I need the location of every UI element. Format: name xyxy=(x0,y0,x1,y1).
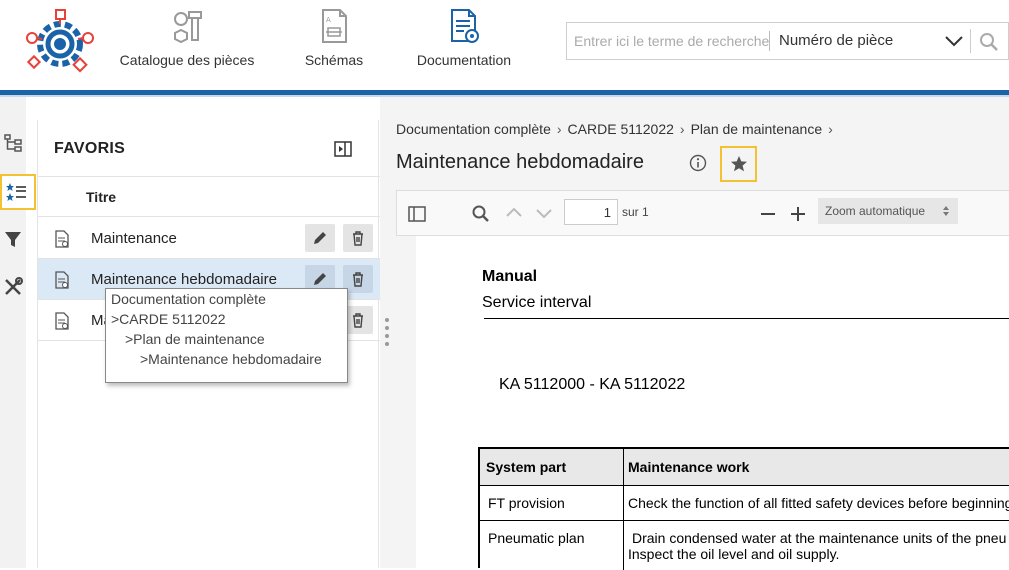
breadcrumb-item[interactable]: CARDE 5112022 xyxy=(568,121,674,137)
panel-divider xyxy=(38,216,380,217)
table-cell: Inspect the oil level and oil supply. xyxy=(628,546,840,562)
trash-icon xyxy=(353,313,363,328)
table-divider xyxy=(480,485,1009,486)
favorites-rail-button[interactable] xyxy=(0,174,36,210)
document-icon xyxy=(55,312,69,330)
favorite-row-label: Maintenance hebdomadaire xyxy=(91,271,277,288)
breadcrumb-separator-icon: › xyxy=(556,121,562,137)
search-icon[interactable] xyxy=(977,30,1001,54)
panel-divider xyxy=(38,176,380,177)
gear-logo-icon[interactable] xyxy=(22,8,98,76)
table-cell: FT provision xyxy=(488,495,565,511)
schematic-icon: A xyxy=(322,9,347,43)
breadcrumb-item[interactable]: Documentation complète xyxy=(396,121,551,137)
table-cell: Pneumatic plan xyxy=(488,530,585,546)
favorite-row-label: Maintenance xyxy=(91,230,177,247)
chevron-down-icon[interactable] xyxy=(534,203,554,223)
trash-icon xyxy=(353,272,363,287)
bolt-nut-icon xyxy=(174,11,202,44)
page-title: Maintenance hebdomadaire xyxy=(396,151,644,173)
table-header-cell: System part xyxy=(486,459,567,475)
page-model-range: KA 5112000 - KA 5112022 xyxy=(499,376,686,393)
zoom-in-icon[interactable] xyxy=(788,204,808,224)
documentation-icon xyxy=(451,9,479,43)
page-subheading: Service interval xyxy=(482,294,592,311)
search-divider-2 xyxy=(970,29,971,53)
breadcrumb-separator-icon: › xyxy=(828,121,833,137)
tree-icon[interactable] xyxy=(2,132,24,154)
nav-catalogue-label: Catalogue des pièces xyxy=(119,52,255,68)
nav-documentation[interactable]: Documentation xyxy=(410,8,518,68)
breadcrumb-item[interactable]: Plan de maintenance xyxy=(691,121,823,137)
search-input[interactable] xyxy=(567,23,769,59)
table-cell: Check the function of all fitted safety … xyxy=(628,495,1009,511)
favorites-list-icon xyxy=(6,183,26,201)
select-arrows-icon xyxy=(943,206,949,216)
nav-catalogue[interactable]: Catalogue des pièces xyxy=(118,8,256,68)
breadcrumb: Documentation complète › CARDE 5112022 › Pla… xyxy=(396,121,839,137)
breadcrumb-separator-icon: › xyxy=(679,121,685,137)
page-rule xyxy=(484,318,1009,319)
svg-text:A: A xyxy=(326,16,331,24)
table-cell: Drain condensed water at the maintenance… xyxy=(632,530,1007,546)
tooltip-line: >Maintenance hebdomadaire xyxy=(140,351,322,367)
zoom-out-icon[interactable] xyxy=(758,204,778,224)
panel-resize-handle-icon[interactable] xyxy=(384,316,390,348)
pencil-icon xyxy=(314,232,326,244)
tooltip-line: >Plan de maintenance xyxy=(125,331,265,347)
tooltip-line: >CARDE 5112022 xyxy=(111,311,226,327)
sidebar-toggle-icon[interactable] xyxy=(407,204,427,224)
column-header-title[interactable]: Titre xyxy=(86,189,116,205)
tooltip-line: Documentation complète xyxy=(111,291,266,307)
tools-icon[interactable] xyxy=(2,276,24,298)
nav-documentation-label: Documentation xyxy=(416,52,512,68)
favorite-row[interactable]: Maintenance xyxy=(38,218,380,258)
page-count-label: sur 1 xyxy=(622,205,649,219)
table-divider xyxy=(480,520,1009,521)
search-icon[interactable] xyxy=(471,204,491,224)
maintenance-table: System part Maintenance work FT provisio… xyxy=(478,447,1009,570)
search-divider xyxy=(769,31,770,51)
edit-button[interactable] xyxy=(305,224,335,252)
zoom-select[interactable]: Zoom automatique xyxy=(818,198,958,224)
nav-schemas[interactable]: A Schémas xyxy=(300,8,368,68)
page-number-input[interactable] xyxy=(564,199,618,225)
search-bar: Numéro de pièce xyxy=(566,22,1009,60)
path-tooltip: Documentation complète >CARDE 5112022 >P… xyxy=(105,288,348,383)
collapse-panel-icon[interactable] xyxy=(334,140,352,158)
table-header-cell: Maintenance work xyxy=(628,459,750,475)
document-icon xyxy=(55,230,69,248)
pencil-icon xyxy=(314,273,326,285)
info-icon[interactable] xyxy=(689,154,707,172)
filter-icon[interactable] xyxy=(2,228,24,250)
chevron-up-icon[interactable] xyxy=(504,203,524,223)
document-icon xyxy=(55,271,69,289)
nav-schemas-label: Schémas xyxy=(304,52,364,68)
favorites-title: FAVORIS xyxy=(54,140,126,157)
search-type-select[interactable]: Numéro de pièce xyxy=(779,32,893,49)
delete-button[interactable] xyxy=(343,224,373,252)
table-divider xyxy=(623,449,624,570)
trash-icon xyxy=(353,231,363,246)
side-rail xyxy=(0,97,26,568)
favorite-star-button[interactable] xyxy=(720,146,757,182)
page-heading: Manual xyxy=(482,268,538,285)
app-header: Catalogue des pièces A Schémas Documenta… xyxy=(0,0,1009,90)
zoom-select-value: Zoom automatique xyxy=(825,204,926,218)
chevron-down-icon[interactable] xyxy=(943,33,965,49)
pdf-viewer-toolbar: sur 1 Zoom automatique xyxy=(396,190,1009,236)
star-icon xyxy=(731,156,747,172)
document-page: Manual Service interval KA 5112000 - KA … xyxy=(416,236,1009,570)
